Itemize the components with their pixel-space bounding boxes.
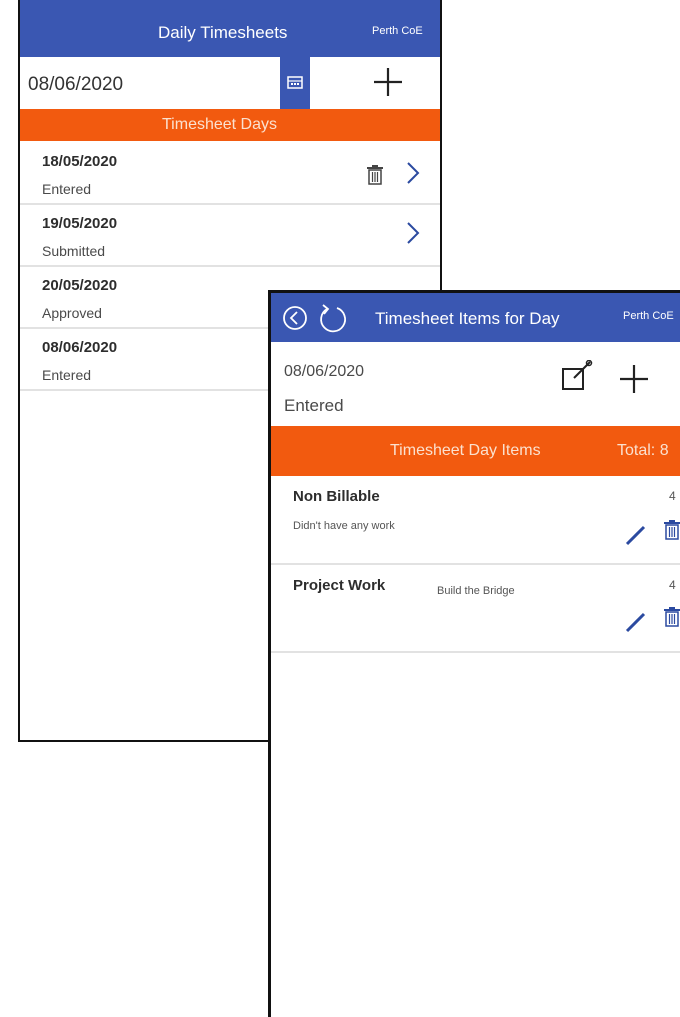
list-item[interactable]: 18/05/2020 Entered	[20, 141, 440, 205]
back-button[interactable]	[282, 305, 308, 331]
day-date: 08/06/2020	[42, 339, 118, 356]
date-picker-field[interactable]: 08/06/2020	[20, 57, 280, 110]
org-label: Perth CoE	[623, 310, 674, 322]
day-date: 20/05/2020	[42, 277, 118, 294]
calendar-icon	[287, 76, 303, 89]
day-date: 08/06/2020	[284, 363, 365, 380]
timesheet-items-screen: Timesheet Items for Day Perth CoE 08/06/…	[268, 290, 680, 1017]
edit-note-button[interactable]	[560, 360, 594, 392]
section-title: Timesheet Day Items	[390, 442, 541, 459]
item-hours: 4	[669, 578, 676, 592]
date-value: 08/06/2020	[28, 74, 124, 95]
day-status: Submitted	[42, 243, 106, 259]
pencil-icon[interactable]	[624, 610, 648, 634]
item-note: Didn't have any work	[293, 520, 395, 532]
section-header: Timesheet Days	[20, 109, 440, 141]
page-title: Daily Timesheets	[158, 23, 288, 42]
app-header: Timesheet Items for Day Perth CoE	[271, 293, 680, 342]
day-date: 18/05/2020	[42, 153, 118, 170]
add-item-button[interactable]	[618, 363, 650, 395]
org-label: Perth CoE	[372, 25, 423, 37]
list-item[interactable]: Non Billable Didn't have any work 4	[271, 476, 680, 565]
list-item[interactable]: Project Work Build the Bridge 4	[271, 563, 680, 653]
trash-icon[interactable]	[366, 165, 384, 185]
list-item[interactable]: 19/05/2020 Submitted	[20, 203, 440, 267]
item-note: Build the Bridge	[437, 585, 515, 597]
section-title: Timesheet Days	[162, 116, 277, 133]
section-header: Timesheet Day Items Total: 8	[271, 426, 680, 476]
item-hours: 4	[669, 489, 676, 503]
item-name: Project Work	[293, 577, 386, 594]
day-status: Entered	[284, 396, 344, 415]
chevron-right-icon[interactable]	[406, 221, 420, 245]
day-status: Entered	[42, 181, 92, 197]
total-hours: Total: 8	[617, 442, 669, 459]
page-title: Timesheet Items for Day	[375, 309, 560, 328]
day-status: Approved	[42, 305, 102, 321]
day-status: Entered	[42, 367, 92, 383]
item-name: Non Billable	[293, 488, 380, 505]
add-day-button[interactable]	[372, 66, 404, 98]
calendar-button[interactable]	[280, 57, 310, 109]
refresh-button[interactable]	[317, 301, 349, 335]
day-date: 19/05/2020	[42, 215, 118, 232]
pencil-icon[interactable]	[624, 523, 648, 547]
trash-icon[interactable]	[663, 607, 680, 627]
app-header: Daily Timesheets Perth CoE	[20, 0, 440, 57]
trash-icon[interactable]	[663, 520, 680, 540]
chevron-right-icon[interactable]	[406, 161, 420, 185]
